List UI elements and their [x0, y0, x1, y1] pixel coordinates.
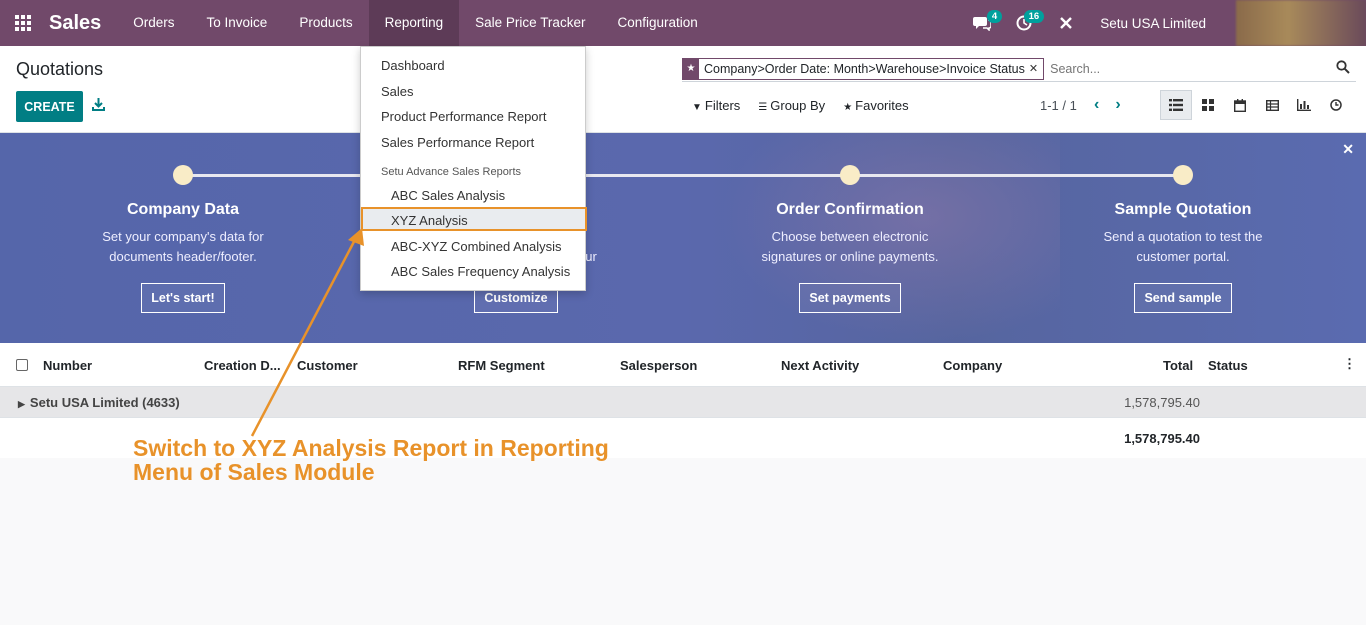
filters-label: Filters [704, 98, 741, 113]
menu-item-abc-sales-analysis[interactable]: ABC Sales Analysis [391, 188, 505, 203]
nav-reporting[interactable]: Reporting [368, 0, 460, 46]
download-icon[interactable] [92, 98, 105, 114]
messages-icon[interactable]: 4 [966, 0, 1003, 46]
search-facet: ★ Company>Order Date: Month>Warehouse>In… [682, 57, 1045, 80]
search-bar: ★ Company>Order Date: Month>Warehouse>In… [682, 56, 1356, 82]
pager-next-icon[interactable]: › [1115, 96, 1120, 114]
column-customer[interactable]: Customer [297, 358, 358, 373]
menu-item-sales[interactable]: Sales [381, 84, 414, 99]
control-panel: Quotations CREATE ★ Company>Order Date: … [0, 46, 1366, 133]
activities-icon[interactable]: 16 [1008, 0, 1045, 46]
menu-item-dashboard[interactable]: Dashboard [381, 58, 445, 73]
step-dot [173, 165, 193, 185]
step-desc: documents header/footer. [109, 249, 257, 264]
select-all-checkbox[interactable] [16, 359, 28, 371]
set-payments-button[interactable]: Set payments [799, 283, 901, 313]
activities-badge: 16 [1023, 10, 1045, 23]
filter-icon: ▼ [692, 102, 702, 113]
lets-start-button[interactable]: Let's start! [141, 283, 225, 313]
menu-item-xyz-analysis[interactable]: XYZ Analysis [391, 213, 468, 228]
step-desc: Choose between electronic [771, 229, 929, 244]
user-avatar[interactable] [1236, 0, 1366, 46]
filters-button[interactable]: ▼ Filters [692, 98, 740, 113]
caret-right-icon: ▶ [18, 399, 25, 409]
step-title: Company Data [126, 201, 240, 218]
nav-configuration[interactable]: Configuration [601, 0, 713, 46]
activity-view-icon[interactable] [1320, 90, 1352, 120]
app-brand[interactable]: Sales [49, 12, 101, 35]
nav-to-invoice[interactable]: To Invoice [191, 0, 284, 46]
search-icon[interactable] [1336, 60, 1350, 77]
annotation-line: Switch to XYZ Analysis Report in Reporti… [133, 435, 609, 461]
annotation-line: Menu of Sales Module [133, 459, 375, 485]
top-navbar: Sales Orders To Invoice Products Reporti… [0, 0, 1366, 46]
close-icon[interactable]: ✕ [1342, 141, 1354, 158]
annotation-text: Switch to XYZ Analysis Report in Reporti… [133, 436, 609, 484]
favorites-star-icon: ★ [843, 102, 853, 113]
column-status[interactable]: Status [1208, 358, 1248, 373]
pivot-view-icon[interactable] [1256, 90, 1288, 120]
group-name: Setu USA Limited (4633) [29, 395, 180, 410]
column-creation-date[interactable]: Creation D... [204, 358, 281, 373]
step-title: Order Confirmation [776, 201, 924, 218]
kanban-view-icon[interactable] [1192, 90, 1224, 120]
favorites-button[interactable]: ★ Favorites [843, 98, 908, 113]
calendar-view-icon[interactable] [1224, 90, 1256, 120]
send-sample-button[interactable]: Send sample [1134, 283, 1232, 313]
step-dot [840, 165, 860, 185]
step-desc: customer portal. [1136, 249, 1230, 264]
group-by-label: Group By [770, 98, 826, 113]
pager-value[interactable]: 1-1 / 1 [1040, 98, 1077, 113]
step-sample-quotation: Sample Quotation Send a quotation to tes… [1073, 201, 1293, 313]
column-total[interactable]: Total [1163, 358, 1193, 373]
step-title: Sample Quotation [1114, 201, 1252, 218]
apps-menu-icon[interactable] [0, 0, 46, 46]
create-button[interactable]: CREATE [16, 91, 83, 122]
list-view-icon[interactable] [1160, 90, 1192, 120]
column-salesperson[interactable]: Salesperson [620, 358, 697, 373]
optional-columns-icon[interactable]: ⋮ [1343, 356, 1356, 372]
favorites-label: Favorites [855, 98, 909, 113]
table-header: Number Creation D... Customer RFM Segmen… [0, 343, 1366, 387]
column-next-activity[interactable]: Next Activity [781, 358, 859, 373]
step-dot [1173, 165, 1193, 185]
step-company-data: Company Data Set your company's data for… [73, 201, 293, 313]
menu-item-product-performance[interactable]: Product Performance Report [381, 109, 546, 124]
step-desc: Send a quotation to test the [1103, 229, 1263, 244]
nav-sale-price-tracker[interactable]: Sale Price Tracker [459, 0, 601, 46]
group-label: ▶ Setu USA Limited (4633) [18, 395, 180, 410]
menu-section-header: Setu Advance Sales Reports [381, 166, 522, 178]
onboarding-banner: Company Data Set your company's data for… [0, 133, 1366, 343]
step-desc: Set your company's data for [102, 229, 264, 244]
step-desc: signatures or online payments. [761, 249, 939, 264]
grand-total: 1,578,795.40 [1124, 431, 1200, 446]
facet-label: Company>Order Date: Month>Warehouse>Invo… [704, 61, 1025, 76]
page-title: Quotations [16, 59, 104, 79]
search-input[interactable] [1050, 61, 1356, 76]
column-company[interactable]: Company [943, 358, 1002, 373]
nav-products[interactable]: Products [283, 0, 368, 46]
column-number[interactable]: Number [43, 358, 92, 373]
menu-item-sales-performance[interactable]: Sales Performance Report [381, 135, 534, 150]
menu-item-abc-xyz-combined[interactable]: ABC-XYZ Combined Analysis [391, 239, 562, 254]
company-switcher[interactable]: Setu USA Limited [1100, 16, 1206, 31]
pager-previous-icon[interactable]: ‹ [1094, 96, 1099, 114]
group-by-button[interactable]: ☰ Group By [758, 98, 825, 113]
menu-item-abc-sales-frequency[interactable]: ABC Sales Frequency Analysis [391, 264, 570, 279]
facet-remove-icon[interactable]: ✕ [1029, 62, 1043, 75]
column-rfm-segment[interactable]: RFM Segment [458, 358, 545, 373]
view-switcher [1160, 90, 1352, 120]
debug-tools-icon[interactable] [1050, 0, 1082, 46]
reporting-dropdown: Dashboard Sales Product Performance Repo… [360, 46, 587, 291]
step-order-confirmation: Order Confirmation Choose between electr… [740, 201, 960, 313]
star-icon: ★ [683, 58, 699, 79]
graph-view-icon[interactable] [1288, 90, 1320, 120]
group-row[interactable]: ▶ Setu USA Limited (4633) 1,578,795.40 [0, 387, 1366, 418]
nav-orders[interactable]: Orders [117, 0, 190, 46]
group-by-icon: ☰ [758, 102, 768, 113]
progress-line [183, 174, 1183, 177]
messages-badge: 4 [986, 10, 1003, 23]
group-total: 1,578,795.40 [1124, 395, 1200, 410]
